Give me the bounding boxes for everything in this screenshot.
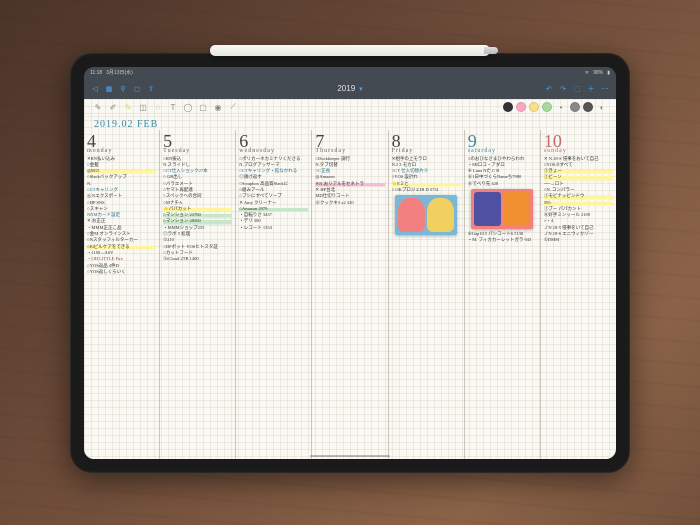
entry: ○YOS返しくらいく	[87, 269, 156, 275]
day-column-6[interactable]: 6wednesday○ポリカーネカミナリくださるN.ブログアッサーマ○CTキャリ…	[235, 130, 311, 459]
app-toolbar: ◁ ▦ ⚲ ◻ ⇪ 2019 ▾ ↶ ↷ ⬚ ＋ ⋯	[84, 79, 616, 99]
day-name: monday	[87, 148, 156, 154]
entry: ○ポリカーネカミナリくださる	[239, 156, 308, 162]
day-entries: ○のおひなさまひやわらわわ・MIロコ・アダロ⑥ Luna Nた C B⑥1日中づ…	[468, 156, 537, 187]
status-date: 3月13日(水)	[106, 69, 133, 76]
back-icon[interactable]: ◁	[90, 84, 100, 94]
planner-page[interactable]: ✎ ✐ ✎ ◫ ◌ T ◯ ▢ ◉ ⟋ • ◐ 2019.02 FEB	[84, 99, 616, 459]
day-column-10[interactable]: 10sunday✕ N.18-S 侵事をおいて自己○YOS③すべて①きょー①ビー…	[540, 130, 616, 459]
image-icon[interactable]: ▢	[197, 101, 209, 113]
entry: ①iCloud 2TB 1400	[163, 256, 232, 262]
status-bar: 11:18 3月13日(水) ᯤ 98% ▮	[84, 67, 616, 79]
pen2-icon[interactable]: ✐	[107, 101, 119, 113]
entry: ①DMM	[544, 237, 613, 243]
apple-pencil	[210, 45, 490, 56]
day-column-9[interactable]: 9saturday○のおひなさまひやわらわわ・MIロコ・アダロ⑥ Luna Nた…	[464, 130, 540, 459]
home-indicator[interactable]	[310, 455, 390, 457]
title-dropdown-icon[interactable]: ▾	[359, 85, 363, 93]
share-icon[interactable]: ⇪	[146, 84, 156, 94]
color-divider: •	[555, 101, 567, 113]
week-grid: 4monday✕RN払い込み○金髪◎M15○SlackバックアップN.○CTキャ…	[84, 130, 616, 459]
add-icon[interactable]: ＋	[586, 84, 596, 94]
day-name: Tuesday	[163, 148, 232, 154]
highlighter-icon[interactable]: ✎	[122, 101, 134, 113]
battery-pct: 98%	[593, 70, 603, 76]
shape-icon[interactable]: ◯	[182, 101, 194, 113]
day-entries: ○RN振込N.スライドし○CT仕入ショック27本○ GB出し○バラエメート○ヤマ…	[163, 156, 232, 263]
day-column-4[interactable]: 4monday✕RN払い込み○金髪◎M15○SlackバックアップN.○CTキャ…	[84, 130, 159, 459]
camera-icon[interactable]: ◉	[212, 101, 224, 113]
pasted-photo[interactable]	[471, 189, 533, 229]
eraser-icon[interactable]: ◫	[137, 101, 149, 113]
ruler-icon[interactable]: ⟋	[227, 101, 239, 113]
entry: ⑥クックキ3 x2 320	[315, 200, 384, 206]
day-entries: ○ポリカーネカミナリくださるN.ブログアッサーマ○CTキャリング・館なかれる◎請…	[239, 156, 308, 232]
day-entries: ✕ N.18-S 侵事をおいて自己○YOS③すべて①きょー①ビーン ──→ロト○…	[544, 156, 613, 244]
color-darkgray[interactable]	[583, 102, 593, 112]
day-name: wednesday	[239, 148, 308, 154]
color-picker-icon[interactable]: ◐	[596, 101, 608, 113]
thumbnails-icon[interactable]: ▦	[104, 84, 114, 94]
month-header: 2019.02 FEB	[84, 117, 616, 130]
color-yellow[interactable]	[529, 102, 539, 112]
color-pink[interactable]	[516, 102, 526, 112]
search-icon[interactable]: ⚲	[118, 84, 128, 94]
status-time: 11:18	[90, 70, 102, 76]
day-column-5[interactable]: 5Tuesday○RN振込N.スライドし○CT仕入ショック27本○ GB出し○バ…	[159, 130, 235, 459]
undo-icon[interactable]: ↶	[544, 84, 554, 94]
day-entries: ○Duckkeeper 調行N.タブ切替○C正長◎Amazon✕N.おリアルをセ…	[315, 156, 384, 206]
entry: ○ OKプロジェIB D 5731	[392, 187, 461, 193]
color-gray[interactable]	[570, 102, 580, 112]
bookmark-icon[interactable]: ◻	[132, 84, 142, 94]
day-entries: ⑥Gap10.5 パシコート6 5138・M. フィカカーレットガラ 943	[468, 231, 537, 244]
day-entries: ✕RN払い込み○金髪◎M15○SlackバックアップN.○CTキャリング◎ Nエ…	[87, 156, 156, 276]
entry: ⑥でべり先 420	[468, 181, 537, 187]
lasso-icon[interactable]: ◌	[152, 101, 164, 113]
select-icon[interactable]: ⬚	[572, 84, 582, 94]
day-name: saturday	[468, 148, 537, 154]
day-entries: ✕相手の上モラロN.2 3 モカロ○CT 仕入切替片④○YOS 設計れ⭐Eミと○…	[392, 156, 461, 194]
more-icon[interactable]: ⋯	[600, 84, 610, 94]
drawing-toolbar: ✎ ✐ ✎ ◫ ◌ T ◯ ▢ ◉ ⟋ • ◐	[84, 99, 616, 117]
day-name: Friday	[392, 148, 461, 154]
color-green[interactable]	[542, 102, 552, 112]
entry: ・レコート 1354	[239, 225, 308, 231]
day-name: sunday	[544, 148, 613, 154]
color-black[interactable]	[503, 102, 513, 112]
screen: 11:18 3月13日(水) ᯤ 98% ▮ ◁ ▦ ⚲ ◻ ⇪ 2019 ▾ …	[84, 67, 616, 459]
redo-icon[interactable]: ↷	[558, 84, 568, 94]
wifi-icon: ᯤ	[585, 70, 590, 76]
battery-icon: ▮	[607, 70, 610, 76]
pasted-photo[interactable]	[395, 195, 457, 235]
text-icon[interactable]: T	[167, 101, 179, 113]
pen-icon[interactable]: ✎	[92, 101, 104, 113]
doc-title[interactable]: 2019	[337, 84, 355, 93]
day-column-7[interactable]: 7Thursday○Duckkeeper 調行N.タブ切替○C正長◎Amazon…	[311, 130, 387, 459]
ipad-device: 11:18 3月13日(水) ᯤ 98% ▮ ◁ ▦ ⚲ ◻ ⇪ 2019 ▾ …	[70, 53, 630, 473]
entry: ・M. フィカカーレットガラ 943	[468, 237, 537, 243]
day-column-8[interactable]: 8Friday✕相手の上モラロN.2 3 モカロ○CT 仕入切替片④○YOS 設…	[388, 130, 464, 459]
day-name: Thursday	[315, 148, 384, 154]
